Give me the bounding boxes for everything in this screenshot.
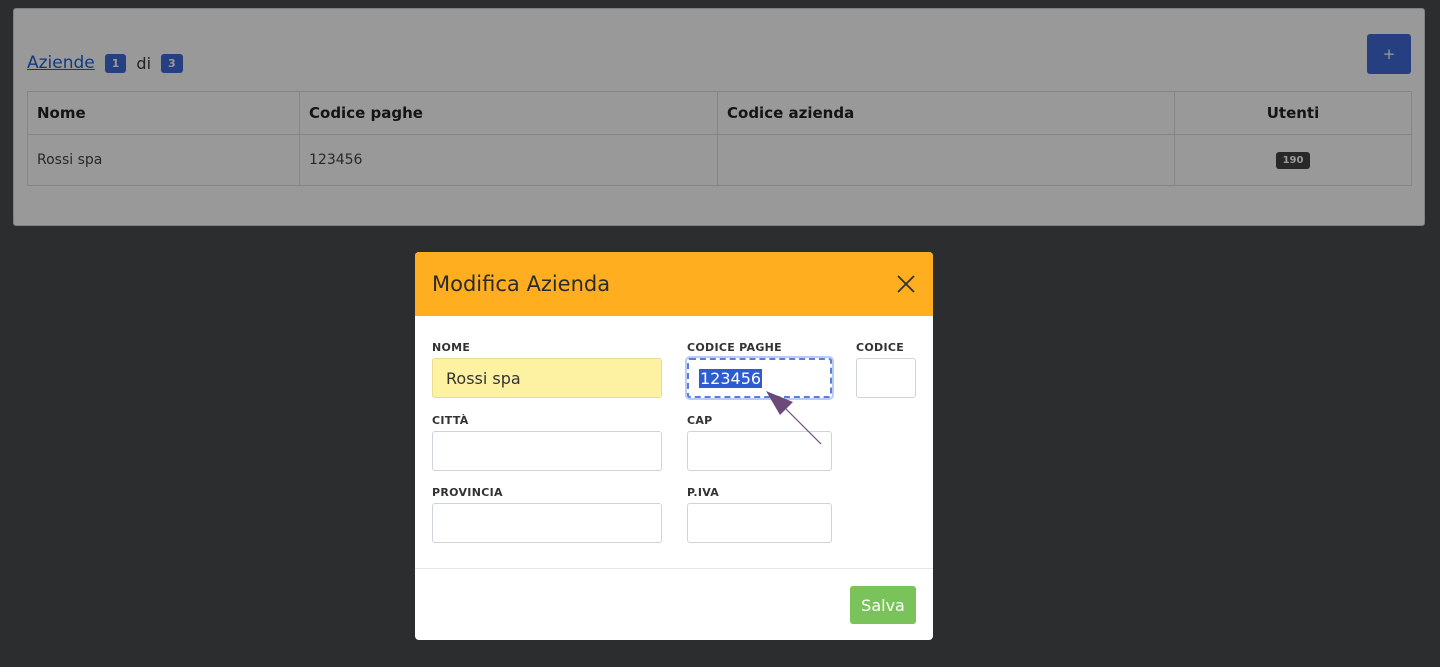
nome-field[interactable]: Rossi spa: [432, 358, 662, 398]
save-button[interactable]: Salva: [850, 586, 916, 624]
cap-field[interactable]: [687, 431, 832, 471]
nome-label: NOME: [432, 341, 471, 354]
codice-field[interactable]: [856, 358, 916, 398]
piva-field[interactable]: [687, 503, 832, 543]
citta-label: CITTÀ: [432, 414, 469, 427]
modifica-azienda-modal: Modifica Azienda NOME Rossi spa CODICE P…: [415, 252, 933, 640]
citta-field[interactable]: [432, 431, 662, 471]
modal-header: Modifica Azienda: [415, 252, 933, 316]
provincia-field[interactable]: [432, 503, 662, 543]
codice-paghe-selected-value: 123456: [699, 368, 763, 388]
modal-title: Modifica Azienda: [432, 272, 611, 296]
codice-paghe-label: CODICE PAGHE: [687, 341, 782, 354]
modal-footer: Salva: [415, 568, 933, 640]
provincia-label: PROVINCIA: [432, 486, 503, 499]
codice-label: CODICE: [856, 341, 905, 354]
close-icon[interactable]: [895, 273, 917, 295]
piva-label: P.IVA: [687, 486, 720, 499]
codice-paghe-field[interactable]: 123456: [687, 358, 832, 398]
cap-label: CAP: [687, 414, 713, 427]
